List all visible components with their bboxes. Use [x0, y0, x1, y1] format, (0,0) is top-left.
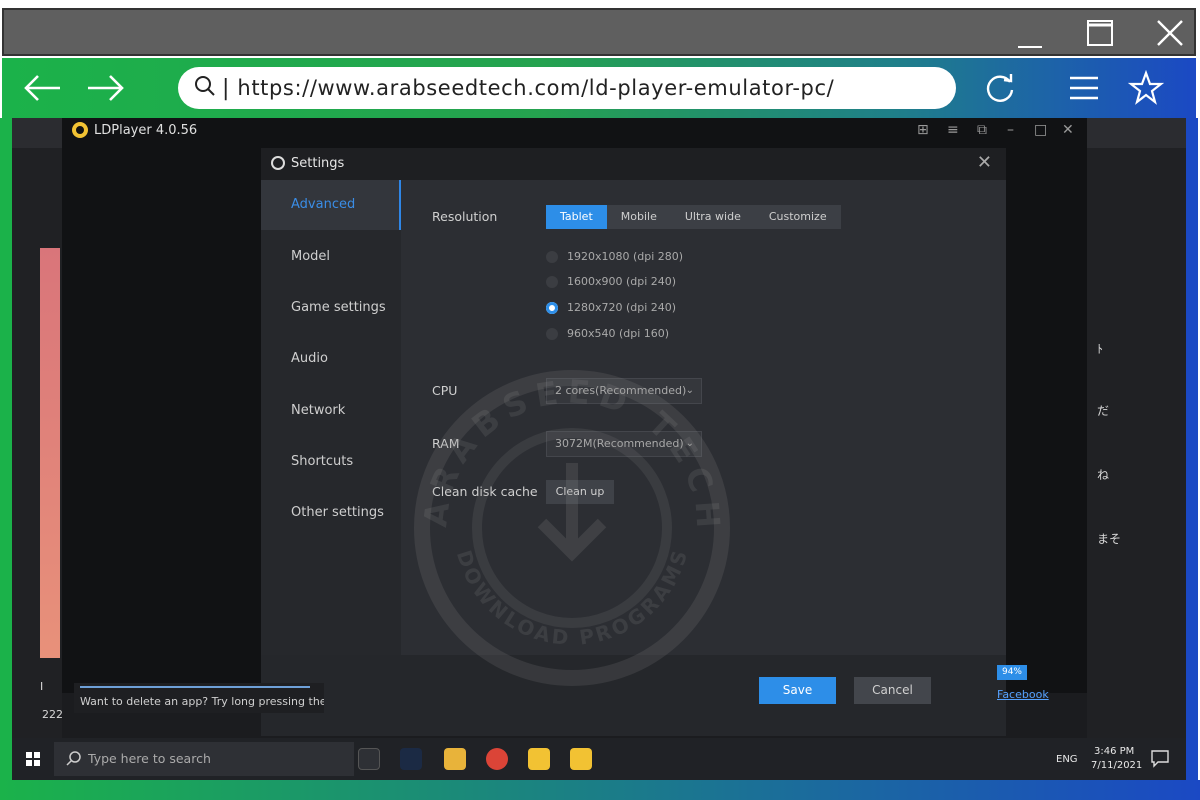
settings-dialog: Settings ✕ Advanced Model Game settings … [261, 148, 1006, 736]
settings-close-icon[interactable]: ✕ [977, 152, 992, 173]
download-percent-badge: 94% [997, 665, 1027, 680]
ldplayer-taskbar-icon[interactable] [528, 748, 550, 770]
right-fragment-1: ﾄ [1097, 342, 1104, 356]
sidebar-item-network[interactable]: Network [261, 386, 401, 436]
ldplayer-titlebar: LDPlayer 4.0.56 [72, 122, 197, 138]
ldplayer-logo-icon [72, 122, 88, 138]
ld-maximize-icon[interactable]: □ [1034, 122, 1047, 138]
background-tabbar-right [1087, 118, 1186, 148]
resolution-option-960[interactable]: 960x540 (dpi 160) [546, 327, 669, 340]
resolution-option-label: 1600x900 (dpi 240) [567, 275, 677, 288]
file-explorer-icon[interactable] [444, 748, 466, 770]
settings-title: Settings [291, 156, 345, 171]
close-icon[interactable] [1150, 16, 1190, 52]
ld-close-icon[interactable]: ✕ [1062, 122, 1074, 138]
sidebar-item-model[interactable]: Model [261, 232, 401, 282]
resolution-label: Resolution [432, 209, 498, 224]
resolution-option-1600[interactable]: 1600x900 (dpi 240) [546, 275, 676, 288]
radio-button[interactable] [546, 275, 558, 288]
ldplayer-title: LDPlayer 4.0.56 [94, 122, 198, 138]
right-border [1186, 118, 1198, 788]
menu-icon[interactable] [1066, 70, 1102, 106]
gear-icon [271, 156, 285, 170]
cancel-button[interactable]: Cancel [854, 677, 931, 704]
facebook-link[interactable]: Facebook [997, 688, 1049, 701]
task-view-icon[interactable] [358, 748, 380, 770]
window-titlebar [2, 8, 1196, 56]
screenshot-frame: | https://www.arabseedtech.com/ld-player… [0, 0, 1200, 800]
search-icon [194, 75, 216, 101]
windows-start-icon[interactable] [26, 752, 40, 766]
minimize-icon[interactable] [1010, 16, 1050, 52]
notification-icon[interactable] [1150, 748, 1170, 772]
resolution-tabs: Tablet Mobile Ultra wide Customize [546, 205, 841, 229]
gamepad-icon[interactable]: ⊞ [917, 122, 929, 138]
ldplayer-multi-icon[interactable] [570, 748, 592, 770]
steam-icon[interactable] [400, 748, 422, 770]
settings-header: Settings ✕ [261, 148, 1006, 180]
back-arrow-icon[interactable] [20, 70, 66, 106]
sidebar-item-shortcuts[interactable]: Shortcuts [261, 437, 401, 487]
tip-progress-bar [80, 686, 310, 688]
background-tabbar [12, 118, 62, 148]
star-icon[interactable] [1127, 69, 1165, 106]
radio-button[interactable] [546, 327, 558, 340]
sidebar-item-advanced[interactable]: Advanced [261, 180, 401, 230]
sidebar-item-audio[interactable]: Audio [261, 334, 401, 384]
ld-restore-icon[interactable]: ⧉ [977, 122, 987, 138]
right-fragment-4: まそ [1097, 532, 1122, 546]
page-content: I 222 ﾄ だ ね まそ LDPlayer 4.0.56 ⊞ ≡ ⧉ – □… [12, 118, 1186, 738]
clean-disk-label: Clean disk cache [432, 484, 538, 499]
ld-minimize-icon[interactable]: – [1007, 122, 1014, 138]
sidebar-item-game-settings[interactable]: Game settings [261, 283, 401, 333]
tab-tablet[interactable]: Tablet [546, 205, 607, 229]
right-fragment-3: ね [1097, 468, 1110, 482]
chevron-down-icon: ⌄ [685, 438, 694, 449]
ram-dropdown[interactable]: 3072M(Recommended) ⌄ [546, 431, 702, 457]
radio-button-selected[interactable] [546, 301, 558, 314]
background-browser-right: ﾄ だ ね まそ [1087, 118, 1186, 738]
right-fragment-2: だ [1097, 404, 1110, 418]
chrome-icon[interactable] [486, 748, 508, 770]
resolution-option-label: 1280x720 (dpi 240) [567, 301, 677, 314]
maximize-icon[interactable] [1082, 16, 1122, 52]
cpu-dropdown[interactable]: 2 cores(Recommended) ⌄ [546, 378, 702, 404]
left-fragment-mark: I [40, 680, 44, 693]
chevron-down-icon: ⌄ [685, 385, 694, 396]
address-bar[interactable]: | https://www.arabseedtech.com/ld-player… [178, 67, 956, 109]
left-border [0, 118, 12, 788]
cpu-label: CPU [432, 383, 458, 398]
taskbar-search-input[interactable]: Type here to search [54, 742, 354, 776]
windows-taskbar: Type here to search ENG 3:46 PM 7/11/202… [12, 738, 1186, 780]
bottom-border [0, 780, 1200, 800]
background-image-strip [40, 248, 60, 658]
search-icon [66, 750, 82, 770]
language-indicator[interactable]: ENG [1056, 754, 1078, 765]
tab-customize[interactable]: Customize [754, 205, 841, 229]
clock-date[interactable]: 7/11/2021 [1091, 760, 1142, 771]
url-text[interactable]: https://www.arabseedtech.com/ld-player-e… [237, 76, 834, 100]
cpu-value: 2 cores(Recommended) [555, 384, 687, 397]
resolution-option-label: 960x540 (dpi 160) [567, 327, 670, 340]
save-button[interactable]: Save [759, 677, 836, 704]
tab-mobile[interactable]: Mobile [606, 205, 671, 229]
clock-time[interactable]: 3:46 PM [1094, 746, 1134, 757]
ld-menu-icon[interactable]: ≡ [947, 122, 959, 138]
tab-ultra-wide[interactable]: Ultra wide [670, 205, 755, 229]
background-browser-left: I 222 [12, 118, 63, 738]
left-fragment-count: 222 [42, 708, 63, 721]
reload-icon[interactable] [982, 70, 1018, 106]
clean-up-button[interactable]: Clean up [546, 480, 614, 504]
resolution-option-1280[interactable]: 1280x720 (dpi 240) [546, 301, 676, 314]
resolution-option-label: 1920x1080 (dpi 280) [567, 250, 684, 263]
url-separator: | [222, 75, 230, 101]
resolution-option-1920[interactable]: 1920x1080 (dpi 280) [546, 250, 683, 263]
settings-sidebar: Advanced Model Game settings Audio Netwo… [261, 180, 401, 655]
browser-navbar: | https://www.arabseedtech.com/ld-player… [2, 58, 1196, 118]
sidebar-item-other-settings[interactable]: Other settings [261, 488, 401, 538]
ram-label: RAM [432, 436, 460, 451]
forward-arrow-icon[interactable] [82, 70, 128, 106]
ram-value: 3072M(Recommended) [555, 437, 684, 450]
radio-button[interactable] [546, 250, 558, 263]
